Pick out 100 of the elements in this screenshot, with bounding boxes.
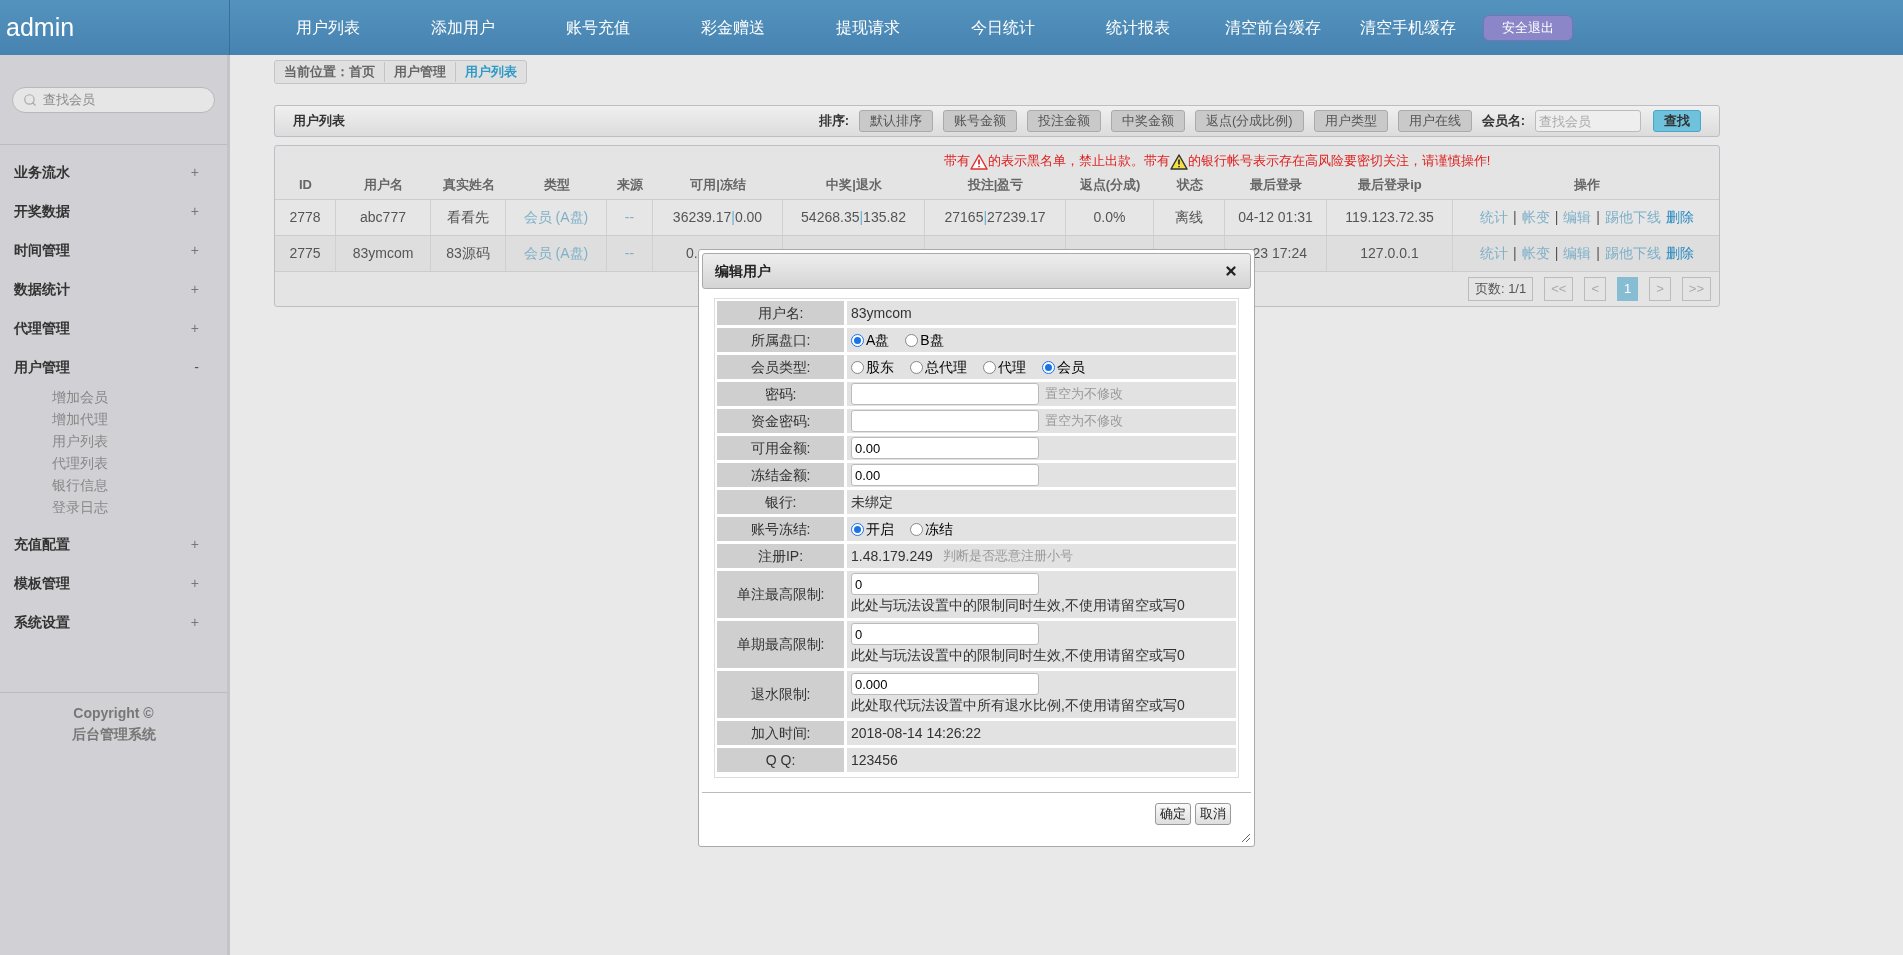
table-cell: 看看先 (431, 200, 506, 235)
column-header: 类型 (542, 175, 571, 194)
sidebar-group[interactable]: 数据统计 + (0, 270, 227, 309)
sort-label: 排序: (818, 112, 849, 131)
field-label: 银行: (717, 490, 844, 514)
field-hint: 置空为不修改 (1045, 385, 1123, 404)
nav-link[interactable]: 提现请求 (800, 15, 935, 40)
radio-option[interactable]: B盘 (905, 329, 944, 351)
text-field[interactable] (851, 410, 1039, 432)
text-field[interactable] (851, 383, 1039, 405)
sidebar-group[interactable]: 代理管理 + (0, 309, 227, 348)
table-cell: 83源码 (431, 236, 506, 271)
field-value: 123456 (851, 750, 898, 770)
sidebar-item[interactable]: 登录日志 (52, 497, 227, 519)
sort-button[interactable]: 用户在线 (1397, 110, 1472, 132)
page-button[interactable]: > (1649, 277, 1671, 301)
column-header: 用户名 (363, 175, 404, 194)
sidebar-item[interactable]: 用户列表 (52, 431, 227, 453)
text-field[interactable]: 0 (851, 623, 1039, 645)
action-link[interactable]: 删除 (1665, 207, 1694, 228)
page-button[interactable]: << (1544, 277, 1574, 301)
sidebar-group[interactable]: 开奖数据 + (0, 192, 227, 231)
field-label: 用户名: (717, 301, 844, 325)
sort-button[interactable]: 账号金额 (943, 110, 1017, 132)
text-field[interactable]: 0.000 (851, 673, 1039, 695)
field-label: 会员类型: (717, 355, 844, 379)
type-link[interactable]: 会员 (A盘) (506, 200, 607, 235)
sort-button[interactable]: 返点(分成比例) (1195, 110, 1304, 132)
sort-button[interactable]: 中奖金额 (1111, 110, 1185, 132)
column-header: 最后登录 (1249, 175, 1303, 194)
search-button[interactable]: 查找 (1653, 110, 1701, 132)
sidebar-group[interactable]: 时间管理 + (0, 231, 227, 270)
sidebar-group[interactable]: 模板管理 + (0, 564, 227, 603)
page-button[interactable]: < (1584, 277, 1606, 301)
text-field[interactable]: 0.00 (851, 464, 1039, 486)
table-cell: 27165|27239.17 (925, 200, 1066, 235)
member-search-field[interactable]: 查找会员 (1535, 110, 1641, 132)
field-label: 密码: (717, 382, 844, 406)
logout-button[interactable]: 安全退出 (1483, 14, 1573, 41)
column-header: 最后登录ip (1357, 175, 1423, 194)
sidebar-group[interactable]: 系统设置 + (0, 603, 227, 642)
radio-option[interactable]: 冻结 (910, 518, 953, 540)
sidebar-item[interactable]: 增加会员 (52, 387, 227, 409)
brand-title: admin (6, 11, 75, 43)
search-field[interactable]: 查找会员 (12, 86, 215, 113)
page-button[interactable]: >> (1681, 277, 1711, 301)
copyright-text: Copyright © (73, 704, 154, 723)
column-header: 投注|盈亏 (966, 175, 1025, 194)
table-cell: 2775 (275, 236, 336, 271)
sidebar-group[interactable]: 用户管理 - (0, 348, 227, 387)
sidebar-item[interactable]: 增加代理 (52, 409, 227, 431)
sidebar-item[interactable]: 银行信息 (52, 475, 227, 497)
sort-button[interactable]: 投注金额 (1027, 110, 1101, 132)
nav-link[interactable]: 清空手机缓存 (1340, 15, 1475, 40)
radio-option[interactable]: 总代理 (910, 356, 967, 378)
dialog-button[interactable]: 确定 (1155, 803, 1191, 825)
sidebar-group[interactable]: 业务流水 + (0, 153, 227, 192)
field-label: 单期最高限制: (717, 621, 844, 668)
field-label: 单注最高限制: (717, 571, 844, 618)
sidebar-item[interactable]: 代理列表 (52, 453, 227, 475)
column-header: 中奖|退水 (825, 175, 883, 194)
field-label: 可用金额: (717, 436, 844, 460)
column-header: 状态 (1175, 175, 1204, 194)
text-field[interactable]: 0 (851, 573, 1039, 595)
table-cell: 离线 (1154, 200, 1225, 235)
action-link[interactable]: 统计 (1480, 207, 1509, 228)
breadcrumb-item[interactable]: 用户管理 (384, 62, 455, 82)
field-label: 加入时间: (717, 721, 844, 745)
table-cell: 2778 (275, 200, 336, 235)
field-hint: 判断是否恶意注册小号 (942, 547, 1073, 566)
column-header: 返点(分成) (1078, 175, 1142, 194)
action-link[interactable]: 帐变 (1521, 207, 1550, 228)
nav-link[interactable]: 统计报表 (1070, 15, 1205, 40)
sort-button[interactable]: 默认排序 (859, 110, 933, 132)
nav-link[interactable]: 添加用户 (395, 15, 530, 40)
action-link[interactable]: 删除 (1665, 243, 1694, 264)
field-value: 2018-08-14 14:26:22 (851, 723, 981, 743)
nav-link[interactable]: 彩金赠送 (665, 15, 800, 40)
field-note: 此处与玩法设置中的限制同时生效,不使用请留空或写0 (851, 596, 1185, 615)
nav-link[interactable]: 账号充值 (530, 15, 665, 40)
close-icon[interactable] (1224, 264, 1238, 278)
resize-grip-icon[interactable] (1241, 833, 1251, 843)
sort-button[interactable]: 用户类型 (1313, 110, 1388, 132)
text-field[interactable]: 0.00 (851, 437, 1039, 459)
radio-option[interactable]: 开启 (851, 518, 894, 540)
breadcrumb-item[interactable]: 用户列表 (455, 62, 526, 82)
radio-option[interactable]: A盘 (851, 329, 890, 351)
nav-link[interactable]: 清空前台缓存 (1205, 15, 1340, 40)
copyright-text: 后台管理系统 (71, 725, 156, 744)
action-link[interactable]: 踢他下线 (1604, 207, 1661, 228)
dialog-button[interactable]: 取消 (1195, 803, 1231, 825)
nav-link[interactable]: 用户列表 (260, 15, 395, 40)
action-link[interactable]: 编辑 (1563, 207, 1592, 228)
sidebar-group[interactable]: 充值配置 + (0, 525, 227, 564)
radio-option[interactable]: 会员 (1042, 356, 1085, 378)
page-button[interactable]: 1 (1617, 277, 1639, 301)
radio-option[interactable]: 股东 (851, 356, 894, 378)
nav-link[interactable]: 今日统计 (935, 15, 1070, 40)
link-separator: | (1554, 244, 1559, 263)
radio-option[interactable]: 代理 (983, 356, 1026, 378)
